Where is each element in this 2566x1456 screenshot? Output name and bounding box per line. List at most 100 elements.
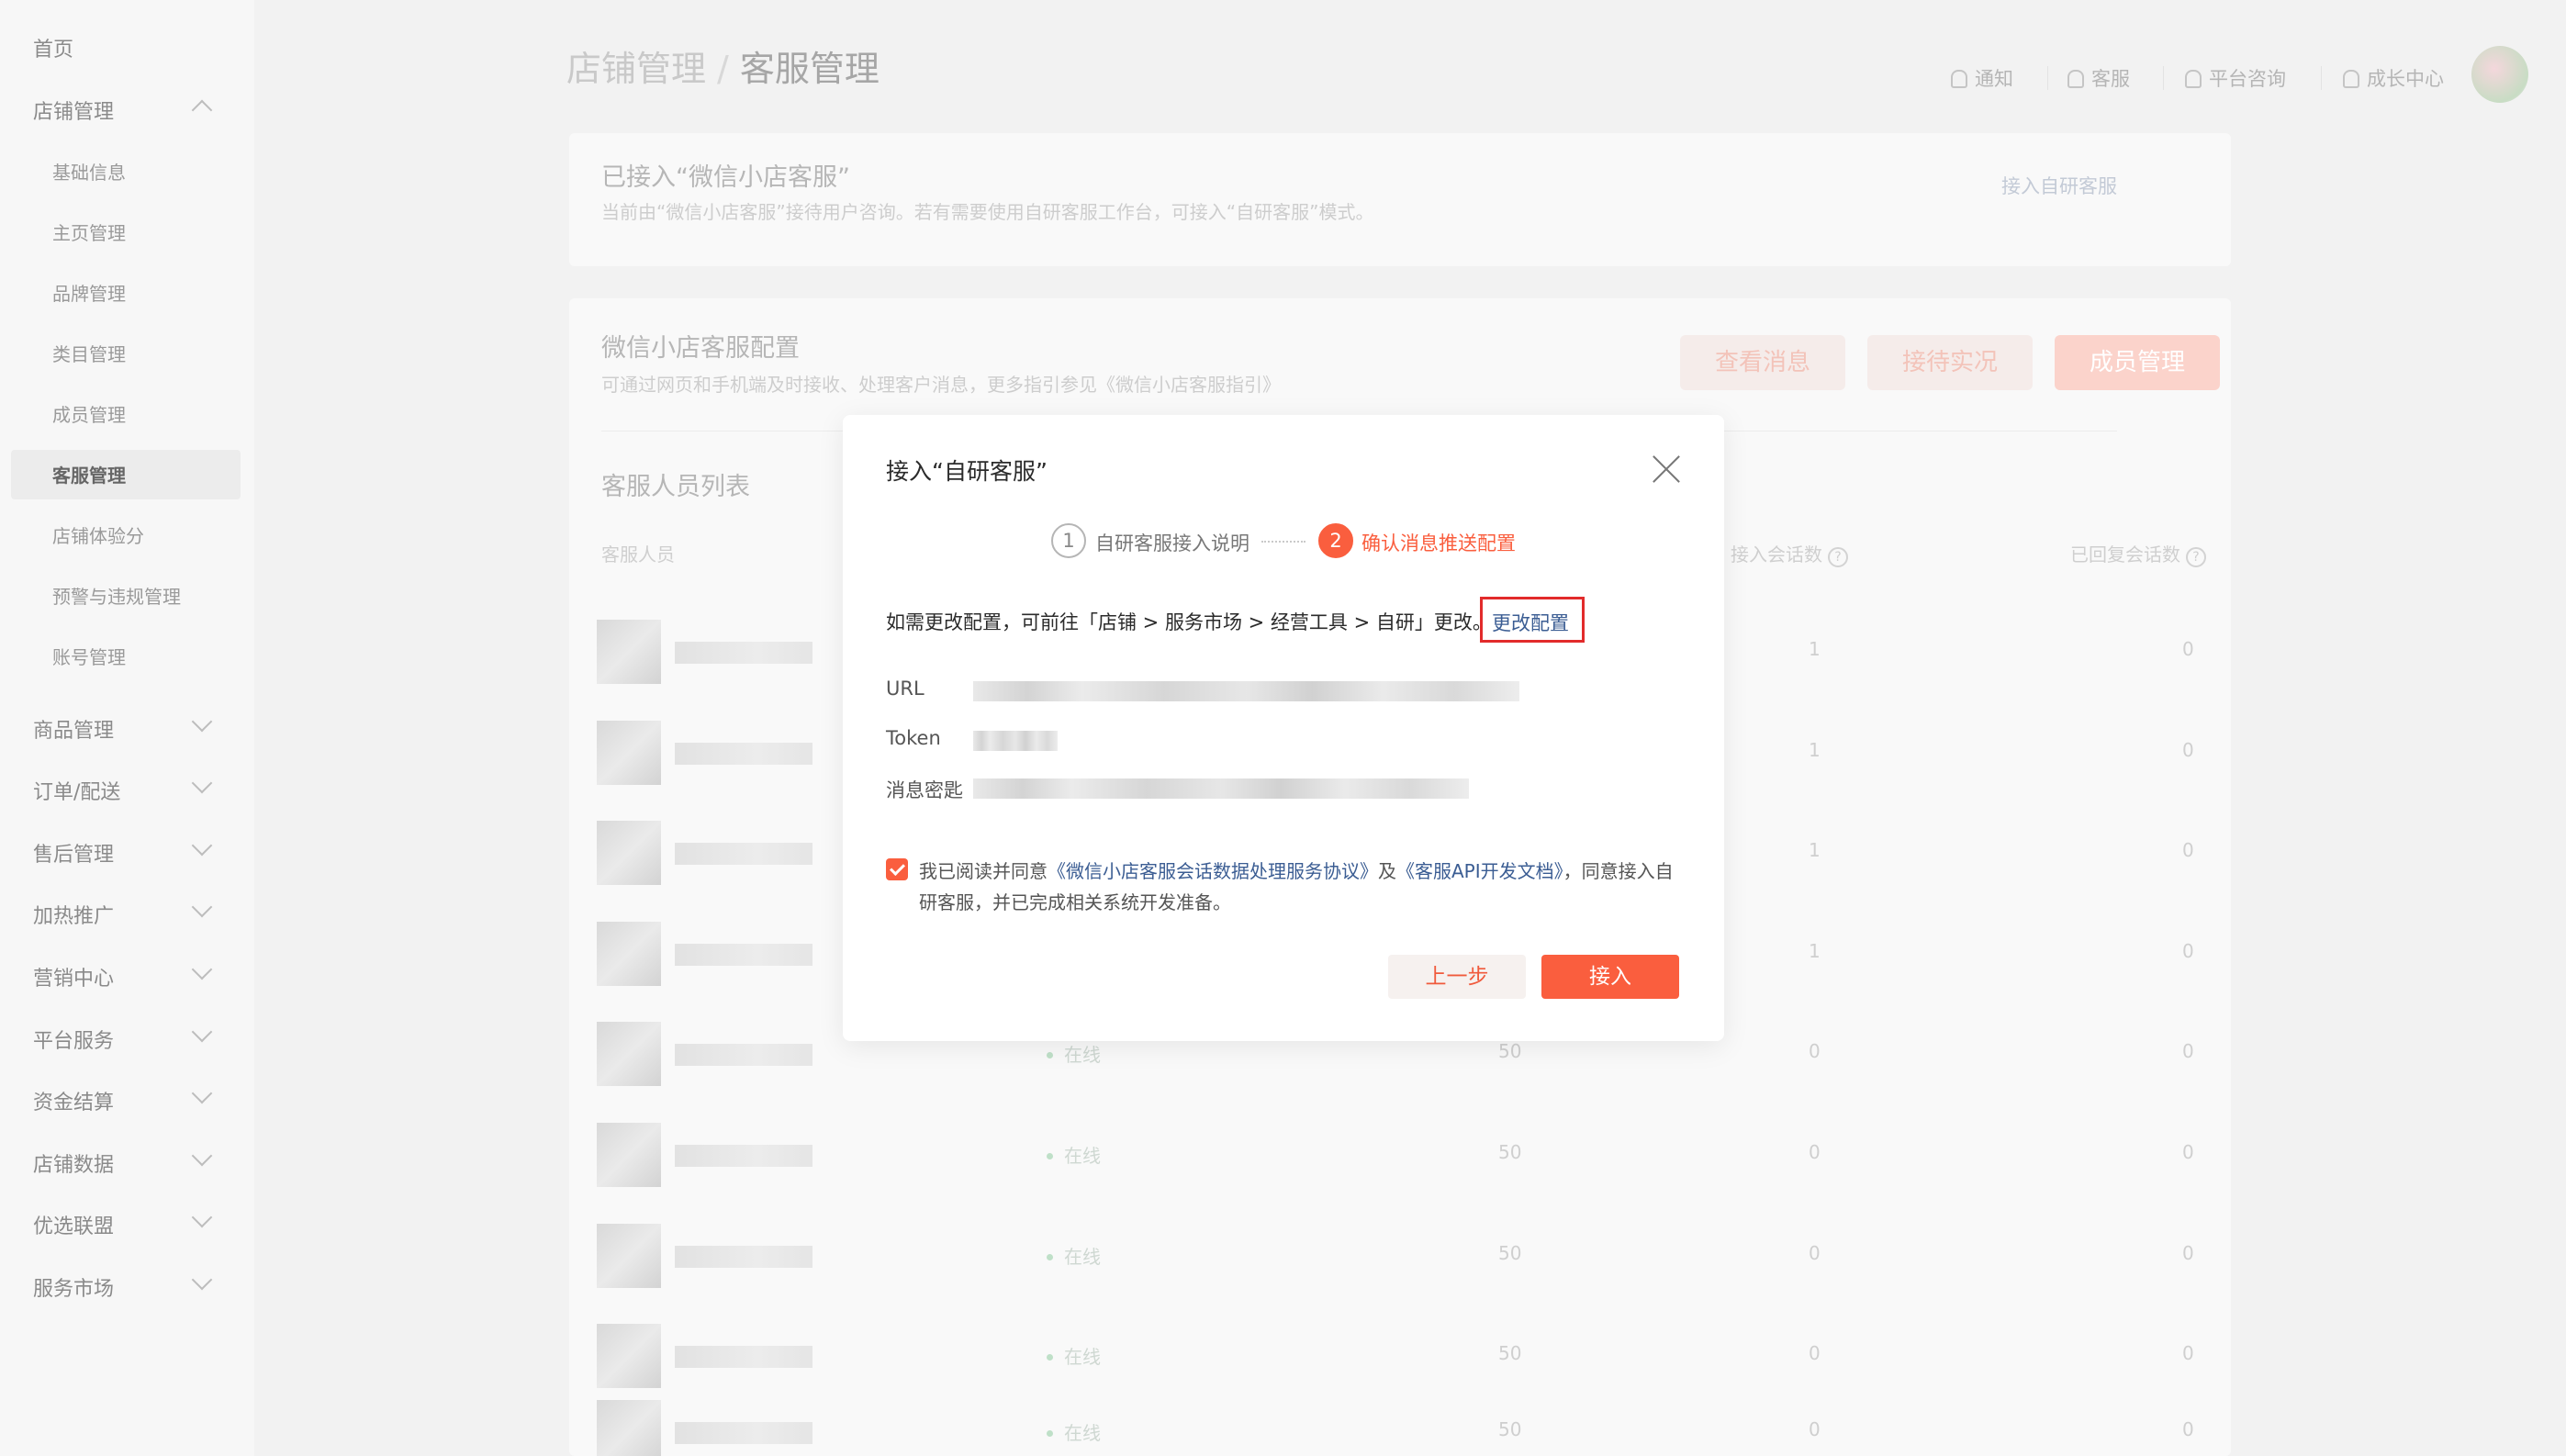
replied-value: 0 (2182, 1242, 2194, 1264)
agent-name (675, 743, 812, 765)
avatar (597, 1123, 661, 1187)
status-badge: 在线 (1047, 1242, 1101, 1269)
avatar (597, 620, 661, 684)
config-note: 如需更改配置，可前往「店铺 > 服务市场 > 经营工具 > 自研」更改。 (886, 611, 1492, 633)
replied-value: 0 (2182, 1342, 2194, 1364)
token-label: Token (886, 727, 941, 749)
replied-value: 0 (2182, 839, 2194, 861)
nav-customer-service[interactable]: 客服 (2067, 64, 2130, 92)
replied-value: 0 (2182, 739, 2194, 761)
dialog-title: 接入“自研客服” (886, 458, 1048, 485)
col-sessions: 接入会话数? (1731, 540, 1848, 567)
chat-bubble-icon (2185, 70, 2202, 88)
sidebar-item-orders[interactable]: 订单/配送 (33, 776, 120, 805)
sidebar-item-members[interactable]: 成员管理 (52, 400, 126, 427)
sessions-value: 1 (1809, 638, 1821, 660)
url-value-redacted (973, 681, 1519, 701)
sidebar-item-brand[interactable]: 品牌管理 (52, 279, 126, 306)
replied-value: 0 (2182, 1040, 2194, 1062)
avatar (597, 821, 661, 885)
avatar (597, 1022, 661, 1086)
reception-live-button[interactable]: 接待实况 (1867, 335, 2033, 390)
table-row: 在线 50 0 0 (569, 1095, 2231, 1196)
replied-value: 0 (2182, 638, 2194, 660)
connect-button[interactable]: 接入 (1541, 955, 1679, 999)
status-badge: 在线 (1047, 1040, 1101, 1067)
sidebar: 首页 店铺管理 基础信息 主页管理 品牌管理 类目管理 成员管理 客服管理 店铺… (0, 0, 254, 1456)
close-icon[interactable] (1651, 454, 1682, 485)
sidebar-item-violations[interactable]: 预警与违规管理 (52, 582, 181, 609)
agent-name (675, 944, 812, 966)
sessions-value: 1 (1809, 839, 1821, 861)
sidebar-item-aftersales[interactable]: 售后管理 (33, 838, 114, 868)
avatar[interactable] (2471, 46, 2528, 103)
sidebar-item-customer-service[interactable]: 客服管理 (52, 461, 126, 487)
sidebar-item-platform-services[interactable]: 平台服务 (33, 1025, 114, 1054)
sidebar-item-category[interactable]: 类目管理 (52, 340, 126, 366)
breadcrumb: 店铺管理 / 客服管理 (566, 40, 880, 91)
page-title: 客服管理 (739, 49, 880, 89)
nav-notification[interactable]: 通知 (1951, 64, 2013, 92)
help-icon[interactable]: ? (2186, 547, 2206, 567)
sidebar-item-home[interactable]: 首页 (33, 33, 73, 62)
previous-step-button[interactable]: 上一步 (1388, 955, 1526, 999)
agreement-checkbox[interactable] (886, 858, 908, 880)
connect-self-service-dialog: 接入“自研客服” 1 自研客服接入说明 2 确认消息推送配置 如需更改配置，可前… (843, 415, 1724, 1041)
step-connector (1261, 541, 1305, 543)
connect-self-service-link[interactable]: 接入自研客服 (2001, 172, 2117, 199)
help-icon[interactable]: ? (1828, 547, 1848, 567)
service-agreement-link[interactable]: 《微信小店客服会话数据处理服务协议》 (1048, 860, 1378, 882)
sidebar-item-products[interactable]: 商品管理 (33, 714, 114, 744)
nav-platform-consult[interactable]: 平台咨询 (2185, 64, 2286, 92)
replied-value: 0 (2182, 1418, 2194, 1440)
url-label: URL (886, 678, 924, 700)
top-nav: 通知 客服 平台咨询 成长中心 (1928, 48, 2534, 108)
sidebar-item-store-mgmt[interactable]: 店铺管理 (33, 95, 114, 125)
agreement-text: 我已阅读并同意《微信小店客服会话数据处理服务协议》及《客服API开发文档》，同意… (919, 860, 1674, 913)
chevron-down-icon (191, 1082, 213, 1104)
sidebar-item-promotion[interactable]: 加热推广 (33, 900, 114, 929)
avatar (597, 1224, 661, 1288)
sidebar-item-marketing[interactable]: 营销中心 (33, 962, 114, 991)
card-description: 当前由“微信小店客服”接待用户咨询。若有需要使用自研客服工作台，可接入“自研客服… (601, 201, 1374, 223)
status-badge: 在线 (1047, 1342, 1101, 1369)
chevron-down-icon (191, 834, 213, 857)
replied-value: 0 (2182, 940, 2194, 962)
table-row: 在线 50 0 0 (569, 1196, 2231, 1297)
card-title: 已接入“微信小店客服” (601, 163, 850, 192)
sidebar-item-account[interactable]: 账号管理 (52, 643, 126, 669)
bell-icon (1951, 70, 1967, 88)
view-messages-button[interactable]: 查看消息 (1680, 335, 1845, 390)
agent-name (675, 1044, 812, 1066)
api-doc-link[interactable]: 《客服API开发文档》 (1396, 860, 1563, 882)
chevron-down-icon (191, 1145, 213, 1167)
sessions-value: 0 (1809, 1040, 1821, 1062)
step-2-indicator: 2 (1318, 523, 1353, 558)
avatar (597, 1400, 661, 1456)
nav-growth-center[interactable]: 成长中心 (2343, 64, 2444, 92)
chevron-down-icon (191, 958, 213, 980)
sidebar-item-homepage[interactable]: 主页管理 (52, 218, 126, 245)
sidebar-item-store-data[interactable]: 店铺数据 (33, 1148, 114, 1178)
token-value-redacted (973, 731, 1058, 751)
member-management-button[interactable]: 成员管理 (2055, 335, 2220, 390)
sidebar-item-basic-info[interactable]: 基础信息 (52, 158, 126, 185)
agent-name (675, 1246, 812, 1268)
chevron-down-icon (191, 711, 213, 733)
limit-value: 50 (1498, 1342, 1522, 1364)
change-config-link[interactable]: 更改配置 (1492, 609, 1569, 636)
breadcrumb-parent[interactable]: 店铺管理 (566, 49, 706, 89)
change-config-highlight: 更改配置 (1480, 597, 1585, 643)
sidebar-item-experience-score[interactable]: 店铺体验分 (52, 521, 144, 548)
col-replied: 已回复会话数? (2070, 540, 2206, 567)
sidebar-item-service-market[interactable]: 服务市场 (33, 1272, 114, 1302)
sidebar-item-settlement[interactable]: 资金结算 (33, 1086, 114, 1115)
col-agent: 客服人员 (601, 543, 675, 566)
limit-value: 50 (1498, 1418, 1522, 1440)
limit-value: 50 (1498, 1242, 1522, 1264)
step-2-label: 确认消息推送配置 (1361, 532, 1516, 554)
sidebar-item-alliance[interactable]: 优选联盟 (33, 1210, 114, 1239)
chevron-down-icon (191, 1206, 213, 1228)
chevron-down-icon (191, 1021, 213, 1043)
sessions-value: 0 (1809, 1141, 1821, 1163)
